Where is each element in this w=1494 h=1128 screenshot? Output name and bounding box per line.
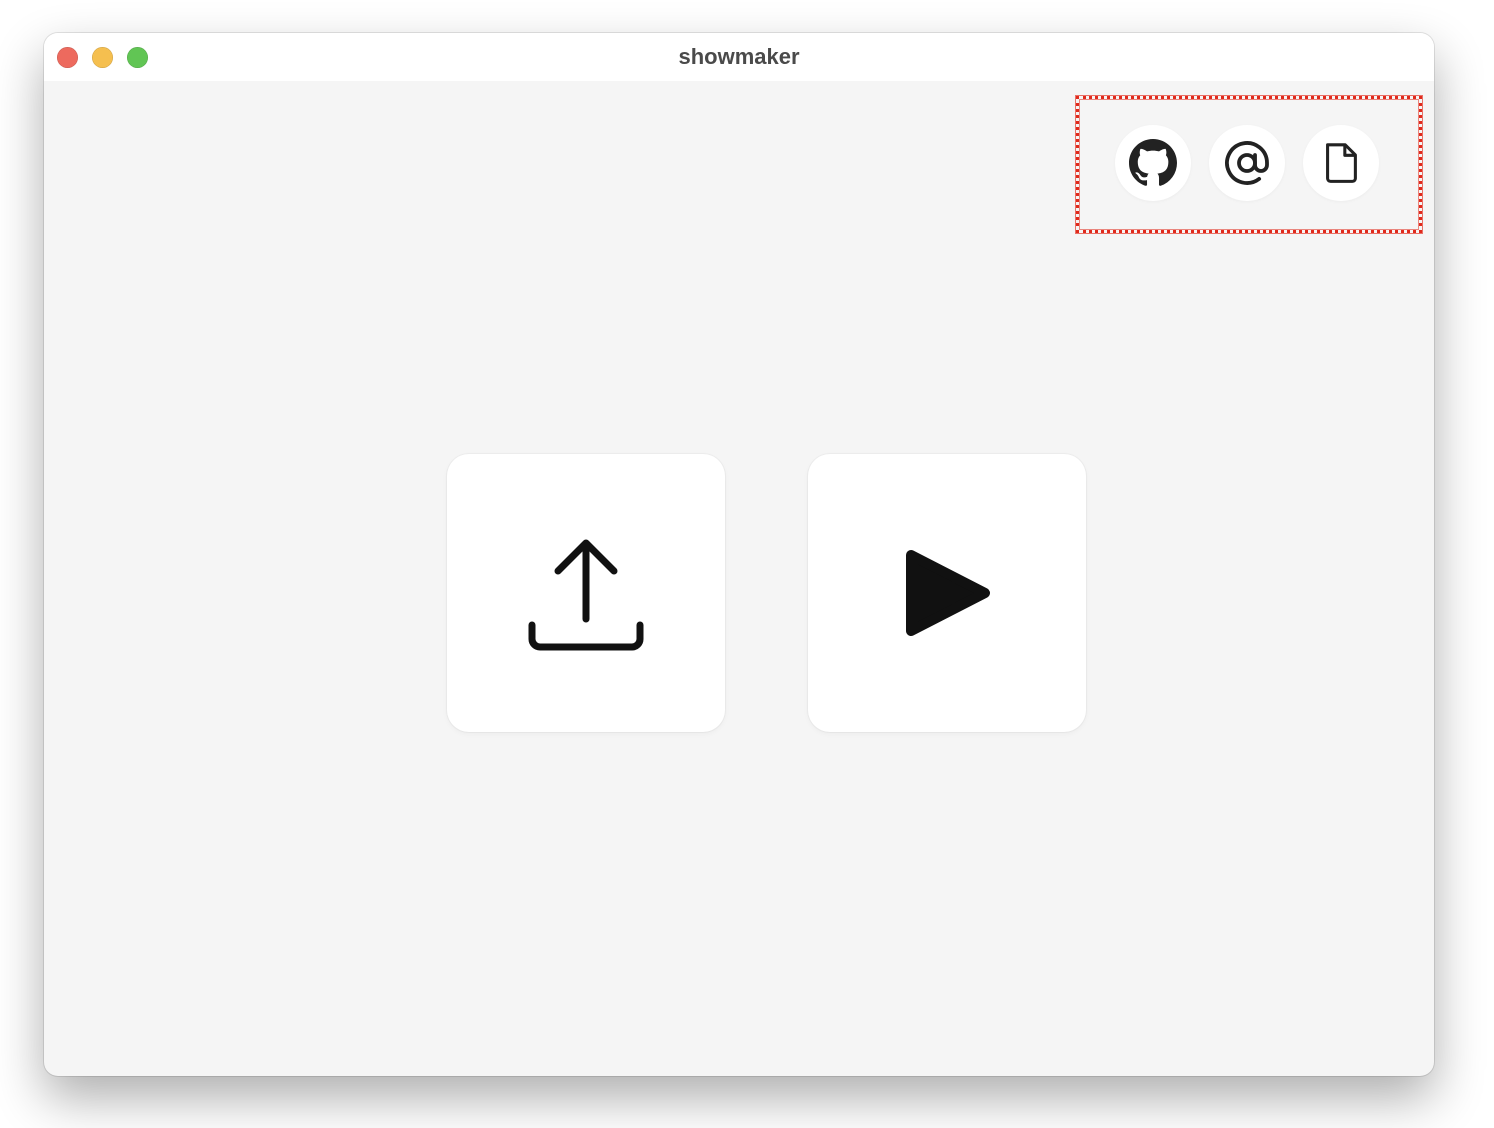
upload-button[interactable] [447,454,725,732]
email-button[interactable] [1209,125,1285,201]
window-title: showmaker [678,44,800,69]
document-icon [1318,138,1364,188]
app-window: showmaker [44,33,1434,1076]
title-bar[interactable]: showmaker [44,33,1434,81]
main-content [44,81,1434,1076]
upload-icon [524,531,648,655]
play-icon [899,543,995,643]
github-button[interactable] [1115,125,1191,201]
documentation-button[interactable] [1303,125,1379,201]
github-icon [1129,139,1177,187]
play-button[interactable] [808,454,1086,732]
at-sign-icon [1223,139,1271,187]
